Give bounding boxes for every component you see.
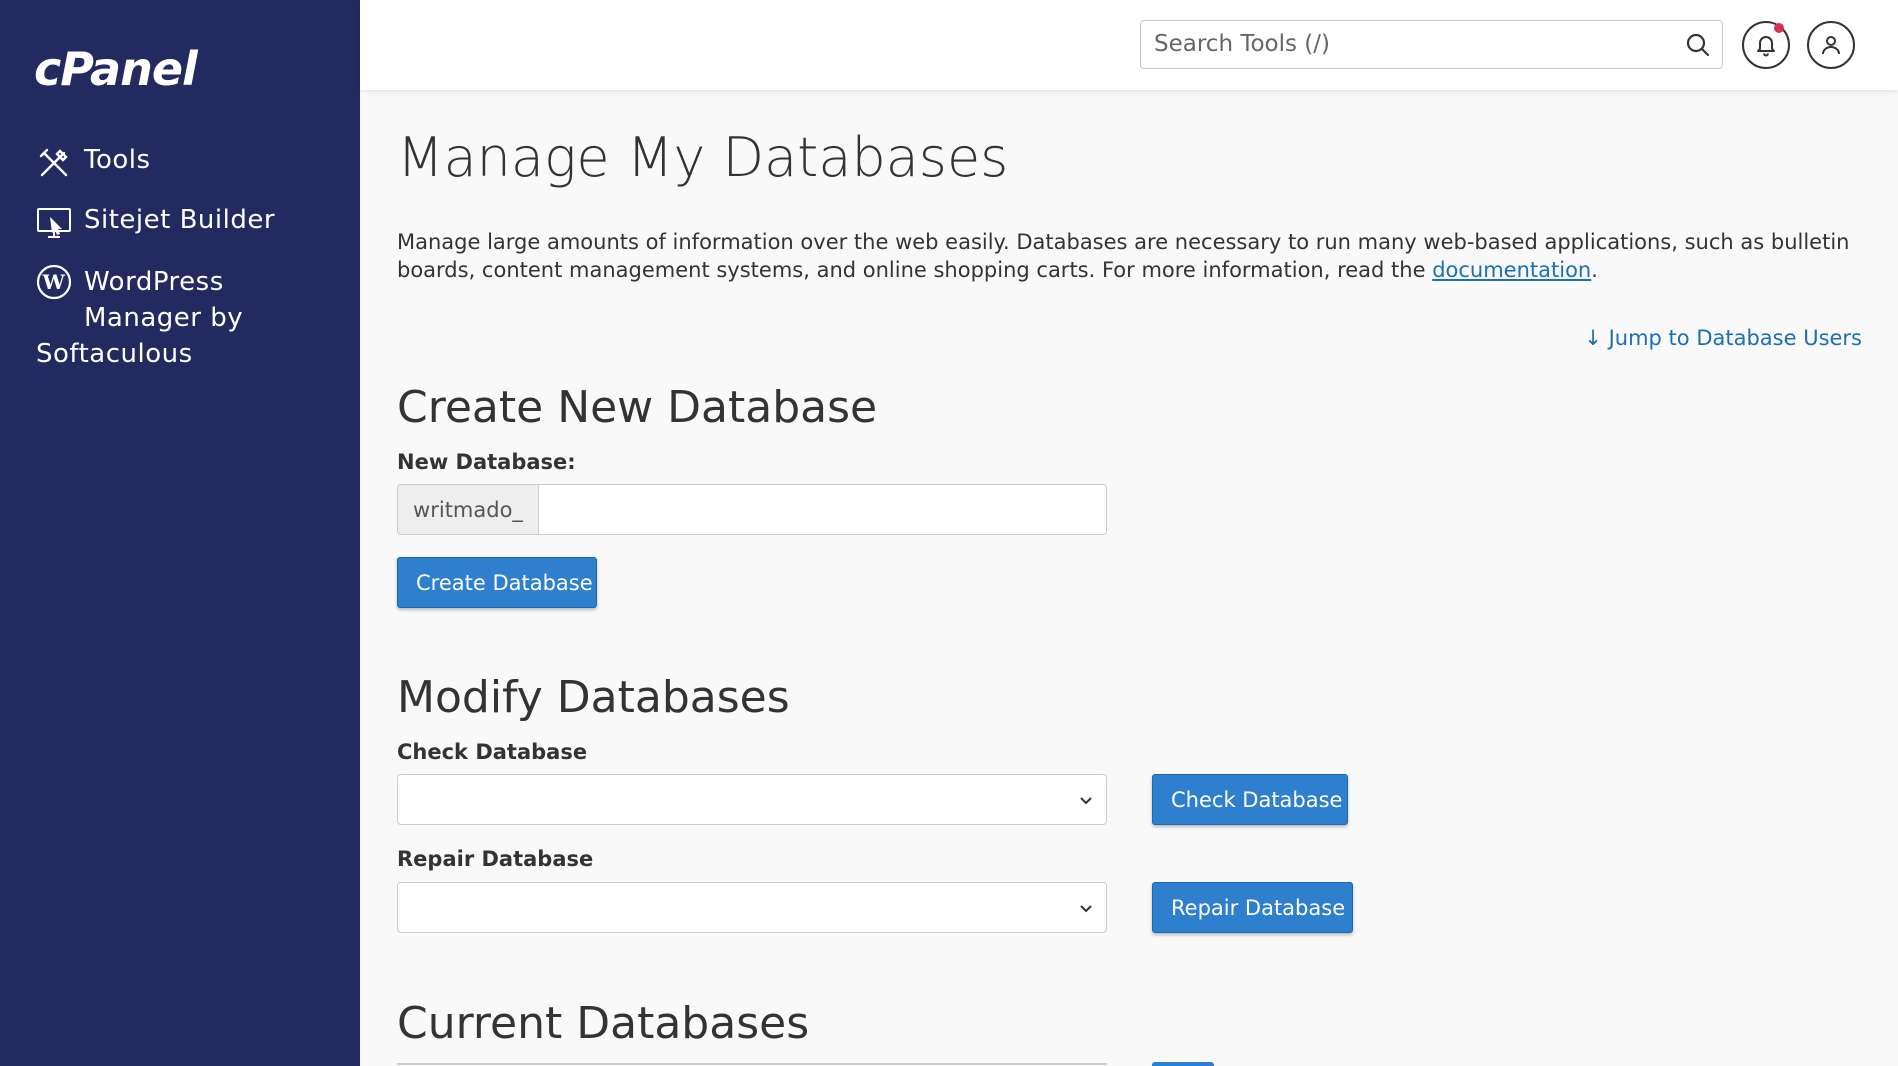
page-description: Manage large amounts of information over… [397, 228, 1857, 284]
sidebar-item-wordpress-manager[interactable]: W WordPress Manager by Softaculous [36, 264, 336, 369]
user-icon [1822, 36, 1840, 55]
sidebar-item-label-line2: Manager by [84, 303, 244, 333]
create-database-button[interactable]: Create Database [397, 557, 597, 608]
user-menu-button[interactable] [1807, 21, 1855, 69]
sidebar-item-label: Sitejet Builder [84, 205, 276, 235]
go-button-edge[interactable] [1152, 1062, 1214, 1066]
check-database-button[interactable]: Check Database [1152, 774, 1348, 825]
page-title: Manage My Databases [397, 126, 1009, 189]
search-icon[interactable] [1684, 31, 1712, 59]
sidebar: cPanel Tools Sitejet Builder W WordPress… [0, 0, 360, 1066]
repair-database-select[interactable] [397, 882, 1107, 933]
search-databases-input-edge[interactable] [397, 1063, 1107, 1065]
sidebar-item-label-line1: WordPress [84, 267, 224, 297]
jump-link-label: Jump to Database Users [1608, 326, 1862, 350]
bell-icon [1757, 36, 1775, 57]
search-box[interactable] [1140, 20, 1723, 69]
new-database-input[interactable] [538, 484, 1107, 535]
notification-dot [1774, 23, 1784, 33]
arrow-down-icon: ↓ [1584, 326, 1602, 350]
repair-database-button[interactable]: Repair Database [1152, 882, 1353, 933]
create-database-heading: Create New Database [397, 382, 878, 433]
new-database-input-group: writmado_ [397, 484, 1107, 535]
wordpress-icon: W [36, 264, 72, 300]
jump-to-database-users-link[interactable]: ↓ Jump to Database Users [1584, 326, 1862, 350]
description-end: . [1591, 258, 1598, 282]
description-text: Manage large amounts of information over… [397, 230, 1850, 282]
database-prefix: writmado_ [397, 484, 538, 535]
sidebar-item-tools[interactable]: Tools [36, 145, 151, 181]
current-databases-heading: Current Databases [397, 998, 810, 1049]
check-database-select[interactable] [397, 774, 1107, 825]
chevron-down-icon [1080, 905, 1092, 913]
svg-text:W: W [42, 270, 66, 294]
notifications-button[interactable] [1742, 21, 1790, 69]
repair-database-label: Repair Database [397, 847, 594, 871]
sidebar-item-label: Tools [84, 145, 151, 175]
top-bar [360, 0, 1898, 90]
tools-icon [39, 148, 68, 177]
sidebar-item-sitejet-builder[interactable]: Sitejet Builder [36, 205, 275, 241]
check-database-label: Check Database [397, 740, 588, 764]
chevron-down-icon [1080, 797, 1092, 805]
cpanel-logo[interactable]: cPanel [34, 42, 198, 96]
new-database-label: New Database: [397, 450, 576, 474]
documentation-link[interactable]: documentation [1432, 258, 1591, 282]
search-input[interactable] [1141, 21, 1661, 67]
sidebar-item-label-line3: Softaculous [36, 339, 193, 369]
sitejet-icon [37, 208, 71, 238]
modify-databases-heading: Modify Databases [397, 672, 790, 723]
